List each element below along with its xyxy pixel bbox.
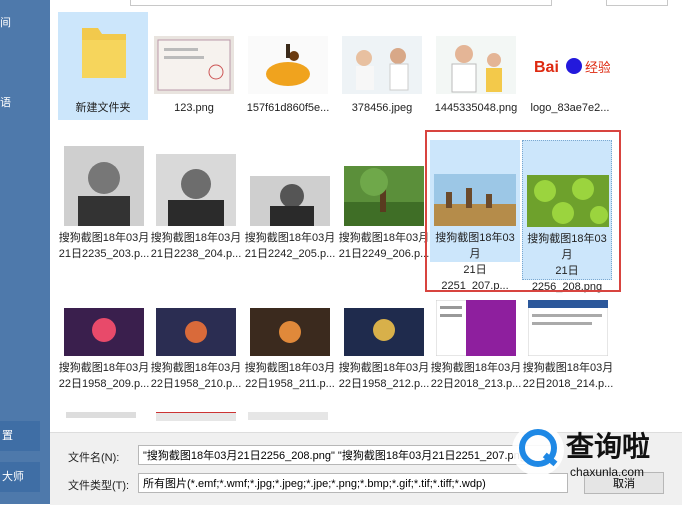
svg-text:经验: 经验 — [585, 60, 610, 76]
filename-input[interactable]: "搜狗截图18年03月21日2256_208.png" "搜狗截图18年03月2… — [138, 445, 556, 465]
file-tile-partial[interactable] — [66, 412, 136, 418]
filetype-label: 文件类型(T): — [68, 480, 130, 492]
file-tile-partial[interactable] — [248, 412, 328, 420]
file-tile-folder[interactable]: 新建文件夹 — [58, 12, 148, 120]
file-tile[interactable]: Bai 经验 logo_83ae7e2... — [524, 12, 616, 120]
file-tile[interactable]: 搜狗截图18年03月 22日1958_209.p... — [58, 298, 150, 398]
nurse-children-thumbnail — [436, 36, 516, 94]
file-name: 123.png — [174, 102, 214, 114]
file-tile[interactable]: 搜狗截图18年03月 21日2242_205.p... — [244, 130, 336, 262]
file-tile[interactable]: 搜狗截图18年03月 22日2018_213.p... — [430, 298, 522, 398]
portrait-thumbnail — [250, 176, 330, 226]
file-tile[interactable]: 搜狗截图18年03月 22日1958_211.p... — [244, 298, 336, 398]
game-screenshot-thumbnail — [344, 308, 424, 356]
svg-text:Bai: Bai — [534, 59, 559, 76]
watermark-brand: 查询啦 — [566, 430, 650, 463]
file-name: 搜狗截图18年03月 22日2018_213.p... — [430, 362, 522, 390]
selection-highlight — [425, 130, 621, 292]
file-tile-partial[interactable] — [156, 412, 236, 421]
file-name: 搜狗截图18年03月 21日2242_205.p... — [244, 232, 336, 260]
file-name: 搜狗截图18年03月 21日2235_203.p... — [58, 232, 150, 260]
watermark-logo: 查询啦 chaxunla.com — [512, 424, 650, 479]
portrait-thumbnail — [156, 154, 236, 226]
purple-window-thumbnail — [436, 300, 516, 356]
folder-icon — [82, 28, 126, 78]
sidebar-item-1[interactable]: 间 — [0, 14, 50, 30]
file-tile[interactable]: 1445335048.png — [430, 12, 522, 120]
file-tile[interactable]: 搜狗截图18年03月 21日2249_206.p... — [338, 130, 430, 262]
doctor-child-thumbnail — [342, 36, 422, 94]
sidebar-item-2[interactable]: 语 — [0, 94, 50, 110]
file-tile[interactable]: 搜狗截图18年03月 22日1958_210.p... — [150, 298, 242, 398]
file-name: 新建文件夹 — [75, 102, 131, 114]
file-name: 378456.jpeg — [351, 102, 413, 114]
file-name: 搜狗截图18年03月 22日2018_214.p... — [522, 362, 614, 390]
file-name: 搜狗截图18年03月 22日1958_210.p... — [150, 362, 242, 390]
search-box[interactable] — [606, 0, 668, 6]
file-tile[interactable]: 搜狗截图18年03月 22日1958_212.p... — [338, 298, 430, 398]
file-tile[interactable]: 123.png — [148, 12, 240, 120]
forest-thumbnail — [344, 166, 424, 226]
file-name: 1445335048.png — [434, 102, 518, 114]
file-tile[interactable]: 搜狗截图18年03月 22日2018_214.p... — [522, 298, 614, 398]
portrait-thumbnail — [64, 146, 144, 226]
file-name: 157f61d860f5e... — [246, 102, 330, 114]
file-name: 搜狗截图18年03月 22日1958_211.p... — [244, 362, 336, 390]
window-thumbnail — [528, 300, 608, 356]
game-screenshot-thumbnail — [156, 308, 236, 356]
gold-sculpture-thumbnail — [248, 36, 328, 94]
certificate-thumbnail — [154, 36, 234, 94]
file-tile[interactable]: 157f61d860f5e... — [242, 12, 334, 120]
filename-label: 文件名(N): — [68, 452, 120, 464]
file-tile[interactable]: 搜狗截图18年03月 21日2235_203.p... — [58, 130, 150, 262]
watermark-url: chaxunla.com — [570, 465, 644, 479]
file-name: 搜狗截图18年03月 21日2249_206.p... — [338, 232, 430, 260]
path-bar[interactable] — [130, 0, 552, 6]
file-name: 搜狗截图18年03月 21日2238_204.p... — [150, 232, 242, 260]
file-tile[interactable]: 378456.jpeg — [336, 12, 428, 120]
baidu-logo-thumbnail: Bai 经验 — [530, 36, 610, 94]
file-tile[interactable]: 搜狗截图18年03月 21日2238_204.p... — [150, 130, 242, 262]
game-screenshot-thumbnail — [64, 308, 144, 356]
file-name: logo_83ae7e2... — [530, 102, 610, 114]
sidebar-button-settings[interactable]: 置 — [0, 421, 40, 451]
sidebar-button-master[interactable]: 大师 — [0, 462, 40, 492]
game-screenshot-thumbnail — [250, 308, 330, 356]
file-name: 搜狗截图18年03月 22日1958_209.p... — [58, 362, 150, 390]
left-sidebar: 间 语 置 大师 — [0, 0, 50, 504]
file-name: 搜狗截图18年03月 22日1958_212.p... — [338, 362, 430, 390]
